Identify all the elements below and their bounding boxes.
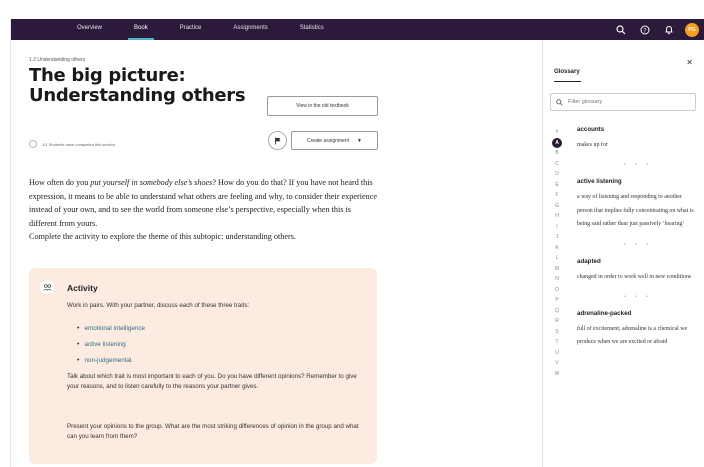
letter-i[interactable]: I (551, 222, 563, 233)
trait-link-emotional-intelligence[interactable]: • emotional intelligence (77, 320, 145, 336)
instruction-paragraph: Complete the activity to explore the the… (29, 232, 296, 242)
glossary-panel: ✕ Glossary # A B C D E F G H I J K L M N… (542, 40, 704, 467)
progress-ring-icon (29, 140, 37, 148)
letter-o[interactable]: O (551, 285, 563, 296)
letter-g[interactable]: G (551, 201, 563, 212)
nav-tabs: Overview Book Practice Assignments Stati… (71, 19, 350, 40)
completion-progress: 1/1 Students have completed this section (29, 140, 115, 148)
progress-text: 1/1 Students have completed this section (42, 141, 115, 147)
letter-d[interactable]: D (551, 169, 563, 180)
glossary-search (550, 93, 696, 111)
tab-assignments[interactable]: Assignments (227, 19, 273, 40)
letter-e[interactable]: E (551, 180, 563, 191)
glossary-definition: full of excitement; adrenaline is a chem… (577, 326, 688, 346)
letter-r[interactable]: R (551, 316, 563, 327)
breadcrumb: 1.2 Understanding others (29, 57, 86, 63)
close-icon[interactable]: ✕ (686, 58, 693, 67)
glossary-term: adrenaline-packed (577, 310, 632, 318)
glossary-entries: accounts makes up for • • • active liste… (577, 123, 699, 350)
create-assignment-button[interactable]: Create assignment ▼ (291, 131, 378, 150)
glossary-tab[interactable]: Glossary (554, 69, 580, 75)
activity-box: Activity Work in pairs. With your partne… (29, 268, 377, 464)
letter-q[interactable]: Q (551, 306, 563, 317)
notification-bell-icon[interactable] (661, 22, 677, 38)
divider: • • • (623, 162, 653, 169)
letter-c[interactable]: C (551, 159, 563, 170)
glossary-definition: a way of listening and responding to ano… (577, 194, 694, 228)
page-title: The big picture: Understanding others (29, 65, 246, 106)
glossary-tab-underline (554, 81, 581, 82)
glossary-definition: changed in order to work well in new con… (577, 273, 692, 280)
letter-h[interactable]: H (551, 211, 563, 222)
traits-list: • emotional intelligence • active listenin… (77, 320, 145, 368)
search-icon (556, 93, 563, 111)
letter-l[interactable]: L (551, 253, 563, 264)
activity-paragraph-1: Talk about which trait is most important… (67, 373, 357, 390)
letter-f[interactable]: F (551, 190, 563, 201)
divider: • • • (623, 241, 653, 248)
search-icon[interactable] (613, 22, 629, 38)
letter-k[interactable]: K (551, 243, 563, 254)
flag-icon (274, 132, 282, 150)
alphabet-index: # A B C D E F G H I J K L M N O P Q R S … (551, 127, 563, 379)
app-window: Overview Book Practice Assignments Stati… (10, 19, 704, 467)
letter-w[interactable]: W (551, 369, 563, 380)
main-content: 1.2 Understanding others The big picture… (11, 40, 542, 467)
divider: • • • (623, 294, 653, 301)
glossary-term: adapted (577, 257, 601, 265)
letter-a[interactable]: A (552, 137, 562, 148)
letter-hash[interactable]: # (551, 127, 563, 138)
tab-book[interactable]: Book (128, 19, 154, 40)
tab-overview[interactable]: Overview (71, 19, 108, 40)
activity-icon (40, 280, 54, 294)
create-assignment-label: Create assignment (307, 137, 349, 144)
svg-text:?: ? (643, 27, 646, 34)
help-icon[interactable]: ? (637, 22, 653, 38)
letter-n[interactable]: N (551, 274, 563, 285)
letter-v[interactable]: V (551, 358, 563, 369)
glossary-search-input[interactable] (568, 99, 688, 105)
glossary-term: accounts (577, 126, 605, 133)
intro-paragraph: How often do you put yourself in somebod… (29, 178, 377, 228)
nav-icons: ? PG (605, 19, 699, 40)
tab-practice[interactable]: Practice (174, 19, 208, 40)
letter-b[interactable]: B (551, 148, 563, 159)
letter-s[interactable]: S (551, 327, 563, 338)
top-nav-bar: Overview Book Practice Assignments Stati… (11, 19, 704, 40)
user-avatar[interactable]: PG (685, 22, 699, 37)
trait-link-active-listening[interactable]: • active listening (77, 336, 145, 352)
glossary-term: active listening (577, 178, 622, 186)
activity-intro: Work in pairs. With your partner, discus… (67, 302, 250, 309)
activity-paragraph-2: Present your opinions to the group. What… (67, 423, 359, 440)
letter-u[interactable]: U (551, 348, 563, 359)
letter-j[interactable]: J (551, 232, 563, 243)
body-text: How often do you put yourself in somebod… (29, 176, 379, 244)
letter-t[interactable]: T (551, 337, 563, 348)
tab-statistics[interactable]: Statistics (294, 19, 330, 40)
glossary-definition: makes up for (577, 142, 608, 148)
letter-m[interactable]: M (551, 264, 563, 275)
chevron-down-icon: ▼ (357, 137, 362, 144)
activity-title: Activity (67, 283, 98, 293)
view-old-textbook-button[interactable]: View in the old textbook (267, 96, 378, 116)
letter-p[interactable]: P (551, 295, 563, 306)
flag-button[interactable] (268, 131, 287, 150)
trait-link-non-judgemental[interactable]: • non-judgemental. (77, 352, 145, 368)
